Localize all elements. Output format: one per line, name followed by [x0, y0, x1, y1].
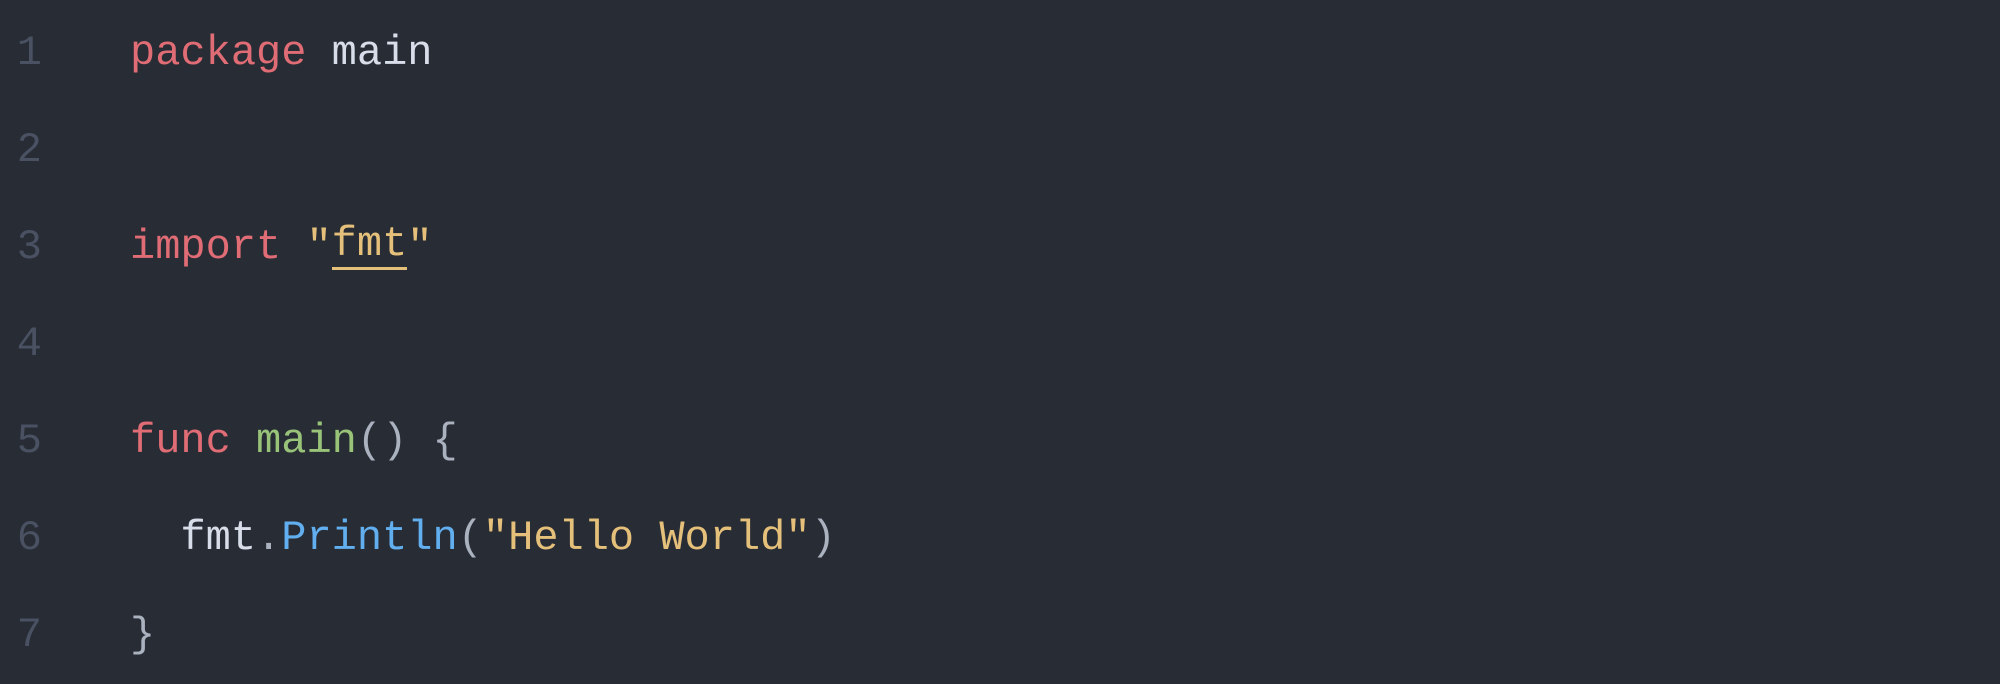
parentheses: ()	[357, 420, 407, 462]
paren-open: (	[458, 517, 483, 559]
identifier-main: main	[332, 32, 433, 74]
line-number-gutter: 1 2 3 4 5 6 7	[0, 0, 70, 684]
function-name-main: main	[256, 420, 357, 462]
line-number: 6	[0, 489, 70, 586]
code-editor[interactable]: 1 2 3 4 5 6 7 package main import "fmt" …	[0, 0, 2000, 684]
line-number: 5	[0, 392, 70, 489]
code-line-5[interactable]: func main() {	[130, 392, 2000, 489]
method-println: Println	[281, 517, 457, 559]
string-quote: "	[407, 226, 432, 268]
code-line-7[interactable]: }	[130, 586, 2000, 683]
code-line-3[interactable]: import "fmt"	[130, 198, 2000, 295]
package-ref-fmt: fmt	[180, 517, 256, 559]
code-line-6[interactable]: fmt.Println("Hello World")	[130, 489, 2000, 586]
brace-close: }	[130, 614, 155, 656]
keyword-package: package	[130, 32, 306, 74]
whitespace	[231, 420, 256, 462]
whitespace	[407, 420, 432, 462]
code-line-4[interactable]	[130, 295, 2000, 392]
line-number: 4	[0, 295, 70, 392]
line-number: 7	[0, 586, 70, 683]
code-line-1[interactable]: package main	[130, 4, 2000, 101]
line-number: 1	[0, 4, 70, 101]
indent	[130, 517, 180, 559]
keyword-import: import	[130, 226, 281, 268]
whitespace	[306, 32, 331, 74]
string-quote: "	[306, 226, 331, 268]
brace-open: {	[433, 420, 458, 462]
keyword-func: func	[130, 420, 231, 462]
dot-operator: .	[256, 517, 281, 559]
paren-close: )	[811, 517, 836, 559]
line-number: 3	[0, 198, 70, 295]
code-content[interactable]: package main import "fmt" func main() { …	[70, 0, 2000, 684]
import-fmt: fmt	[332, 223, 408, 270]
line-number: 2	[0, 101, 70, 198]
whitespace	[281, 226, 306, 268]
code-line-2[interactable]	[130, 101, 2000, 198]
string-literal: "Hello World"	[483, 517, 811, 559]
